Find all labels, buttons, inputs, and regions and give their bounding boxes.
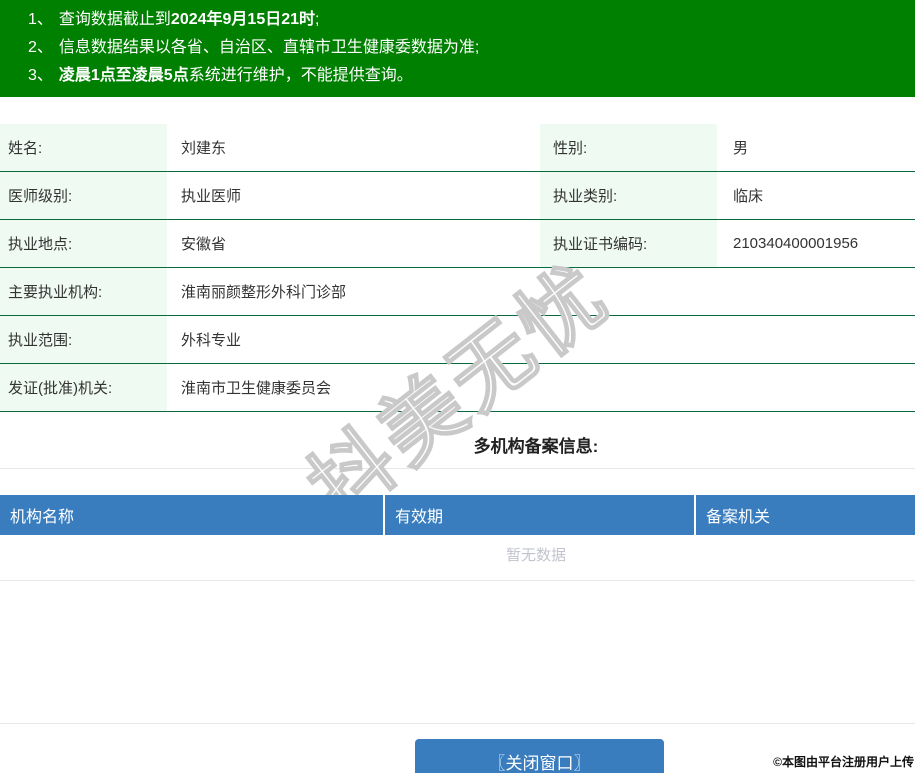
field-gender-value: 男: [733, 140, 749, 157]
notice-line-1: 1、 查询数据截止到2024年9月15日21时;: [28, 6, 915, 34]
field-practice-category-value: 临床: [733, 188, 764, 205]
practitioner-info-table: 姓名: 刘建东 性别: 男 医师级别: 执业医师 执业类别: 临床 执业地点: …: [0, 124, 915, 412]
notice-number: 2、: [28, 39, 53, 56]
org-table-header-validity-period: 有效期: [385, 495, 696, 535]
field-issuing-authority-label: 发证(批准)机关:: [0, 364, 167, 411]
attribution-text: ©本图由平台注册用户上传: [773, 755, 914, 769]
org-table-header-institution-name: 机构名称: [0, 495, 385, 535]
notice-text-bold: 凌晨1点至凌晨5点: [58, 67, 189, 84]
empty-data-text: 暂无数据: [505, 547, 566, 564]
notice-line-3: 3、 凌晨1点至凌晨5点系统进行维护，不能提供查询。: [28, 62, 915, 90]
field-main-institution-value: 淮南丽颜整形外科门诊部: [181, 284, 347, 301]
org-table-header-filing-authority: 备案机关: [706, 509, 771, 526]
field-practice-scope-label: 执业范围:: [0, 316, 167, 363]
field-main-institution-label: 主要执业机构:: [0, 268, 167, 315]
field-practice-category-label: 执业类别:: [540, 172, 717, 219]
notice-text: 查询数据截止到: [58, 11, 171, 28]
notice-banner: 1、 查询数据截止到2024年9月15日21时; 2、 信息数据结果以各省、自治区、…: [0, 0, 915, 97]
table-row-main-institution: 主要执业机构: 淮南丽颜整形外科门诊部: [0, 268, 915, 316]
multi-institution-section-title: 多机构备案信息:: [473, 437, 599, 456]
divider: [0, 723, 915, 724]
table-row-name-gender: 姓名: 刘建东 性别: 男: [0, 124, 915, 172]
field-doctor-level-label: 医师级别:: [0, 172, 167, 219]
table-row-practice-scope: 执业范围: 外科专业: [0, 316, 915, 364]
notice-number: 1、: [28, 11, 53, 28]
table-row-level-category: 医师级别: 执业医师 执业类别: 临床: [0, 172, 915, 220]
field-practice-location-value: 安徽省: [181, 236, 227, 253]
field-issuing-authority-value: 淮南市卫生健康委员会: [181, 380, 332, 397]
notice-text: 系统进行维护，不能提供查询。: [188, 67, 413, 84]
practitioner-query-result-page: 1、 查询数据截止到2024年9月15日21时; 2、 信息数据结果以各省、自治区、…: [0, 0, 915, 773]
notice-text-bold: 2024年9月15日21时: [170, 11, 316, 28]
table-row-issuing-authority: 发证(批准)机关: 淮南市卫生健康委员会: [0, 364, 915, 412]
divider: [0, 580, 915, 581]
notice-number: 3、: [28, 67, 53, 84]
field-name-label: 姓名:: [0, 124, 167, 171]
table-row-location-certno: 执业地点: 安徽省 执业证书编码: 210340400001956: [0, 220, 915, 268]
field-certificate-number-value: 210340400001956: [733, 235, 859, 252]
field-gender-label: 性别:: [540, 124, 717, 171]
divider: [0, 468, 915, 469]
notice-text: 信息数据结果以各省、自治区、直辖市卫生健康委数据为准;: [58, 39, 480, 56]
field-practice-location-label: 执业地点:: [0, 220, 167, 267]
notice-text: ;: [315, 11, 320, 28]
field-name-value: 刘建东: [181, 140, 227, 157]
field-practice-scope-value: 外科专业: [181, 332, 242, 349]
close-window-button[interactable]: 〖关闭窗口〗: [415, 739, 664, 773]
field-doctor-level-value: 执业医师: [181, 188, 242, 205]
notice-line-2: 2、 信息数据结果以各省、自治区、直辖市卫生健康委数据为准;: [28, 34, 915, 62]
org-table-header-row: 机构名称 有效期 备案机关: [0, 495, 915, 535]
field-certificate-number-label: 执业证书编码:: [540, 220, 717, 267]
